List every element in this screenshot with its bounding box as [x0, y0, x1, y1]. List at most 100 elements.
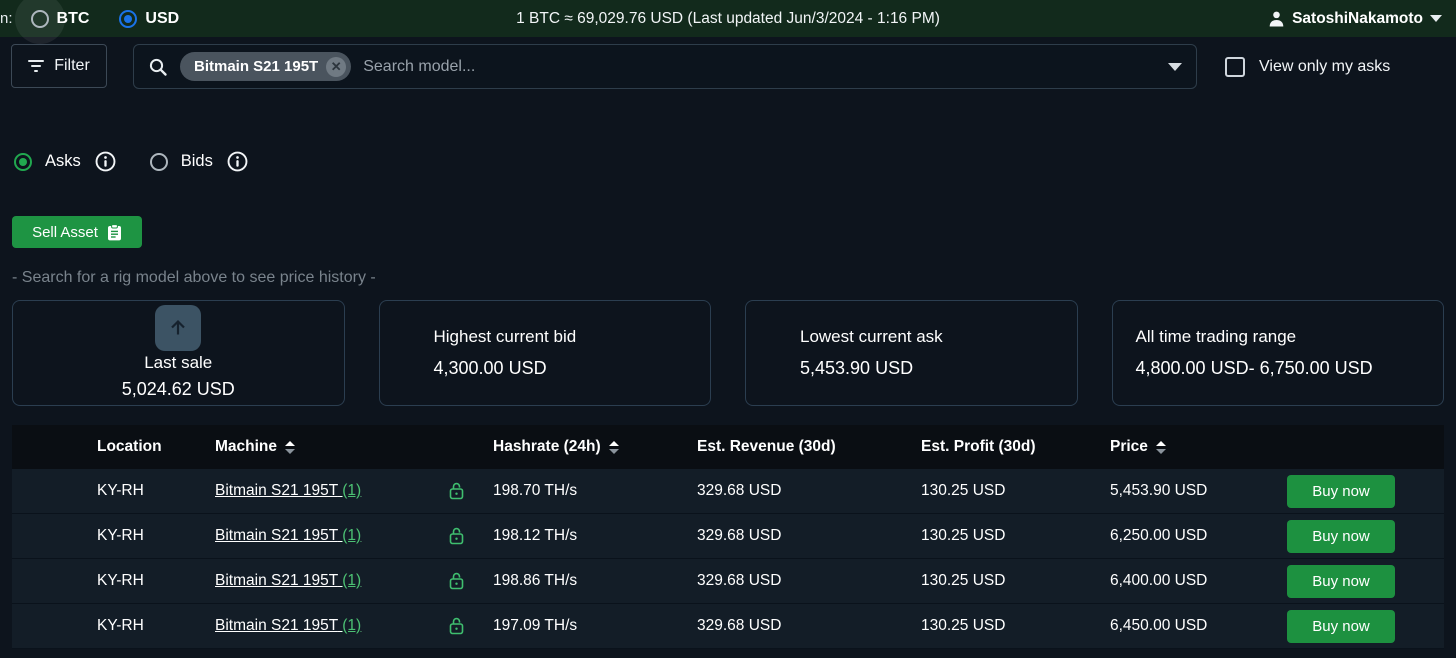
asks-radio-option[interactable]: Asks: [14, 152, 81, 171]
lock-icon: [449, 617, 464, 635]
lock-icon: [449, 527, 464, 545]
row-hashrate: 198.12 TH/s: [493, 527, 578, 544]
machine-link[interactable]: Bitmain S21 195T (1): [215, 572, 361, 589]
top-bar: n: BTC USD 1 BTC ≈ 69,029.76 USD (Last u…: [0, 0, 1456, 44]
filter-button-label: Filter: [54, 57, 90, 74]
row-revenue: 329.68 USD: [697, 572, 782, 589]
search-chip[interactable]: Bitmain S21 195T ✕: [180, 52, 352, 81]
machine-count[interactable]: (1): [342, 482, 361, 499]
row-profit: 130.25 USD: [921, 482, 1006, 499]
machine-count[interactable]: (1): [342, 527, 361, 544]
row-revenue: 329.68 USD: [697, 617, 782, 634]
header-revenue: Est. Revenue (30d): [697, 438, 836, 455]
btc-rate-text: 1 BTC ≈ 69,029.76 USD (Last updated Jun/…: [516, 9, 940, 27]
currency-option-btc[interactable]: BTC: [14, 0, 89, 44]
header-price-label: Price: [1110, 438, 1148, 455]
lowest-ask-value: 5,453.90 USD: [800, 358, 914, 378]
usd-radio[interactable]: [119, 9, 138, 28]
sell-asset-button[interactable]: Sell Asset: [12, 216, 142, 248]
row-hashrate: 198.86 TH/s: [493, 572, 578, 589]
row-profit: 130.25 USD: [921, 527, 1006, 544]
usd-radio-label: USD: [145, 9, 180, 27]
header-machine-sort[interactable]: Machine: [215, 438, 449, 456]
chip-close-icon[interactable]: ✕: [326, 56, 347, 77]
order-type-selector: Asks Bids: [14, 151, 1456, 172]
buy-now-button[interactable]: Buy now: [1287, 474, 1395, 508]
search-dropdown-caret-icon[interactable]: [1168, 62, 1182, 71]
sell-asset-label: Sell Asset: [32, 223, 98, 241]
currency-option-usd[interactable]: USD: [119, 9, 180, 28]
machine-name: Bitmain S21 195T: [215, 482, 338, 499]
row-location: KY-RH: [97, 617, 144, 634]
last-sale-card: Last sale 5,024.62 USD: [12, 300, 345, 406]
table-header-row: Location Machine Hashrate (24h) Est. Rev…: [12, 425, 1444, 469]
highest-bid-label: Highest current bid: [433, 327, 577, 346]
row-location: KY-RH: [97, 482, 144, 499]
machine-link[interactable]: Bitmain S21 195T (1): [215, 617, 361, 634]
clipboard-icon: [107, 223, 121, 240]
price-history-hint: - Search for a rig model above to see pr…: [12, 269, 376, 286]
row-hashrate: 197.09 TH/s: [493, 617, 578, 634]
row-location: KY-RH: [97, 527, 144, 544]
user-name: SatoshiNakamoto: [1292, 9, 1423, 27]
view-only-my-asks-label: View only my asks: [1259, 57, 1391, 75]
header-machine-label: Machine: [215, 438, 278, 455]
asks-info-icon[interactable]: [95, 151, 116, 172]
row-price: 5,453.90 USD: [1110, 482, 1208, 499]
machine-link[interactable]: Bitmain S21 195T (1): [215, 527, 361, 544]
header-hashrate-sort[interactable]: Hashrate (24h): [493, 438, 697, 456]
last-sale-label: Last sale: [144, 353, 213, 372]
sort-icon: [608, 440, 619, 454]
machine-link[interactable]: Bitmain S21 195T (1): [215, 482, 361, 499]
header-profit: Est. Profit (30d): [921, 438, 1036, 455]
lowest-ask-label: Lowest current ask: [800, 327, 943, 346]
highest-bid-card: Highest current bid 4,300.00 USD: [378, 300, 711, 406]
last-sale-value: 5,024.62 USD: [121, 379, 235, 399]
filter-button[interactable]: Filter: [11, 44, 107, 88]
bids-info-icon[interactable]: [227, 151, 248, 172]
asks-radio-label: Asks: [45, 152, 81, 170]
sort-icon: [285, 440, 296, 454]
view-only-my-asks-checkbox[interactable]: [1225, 56, 1245, 77]
asks-radio[interactable]: [14, 152, 32, 171]
toolbar: Filter Bitmain S21 195T ✕ View only my a…: [0, 37, 1456, 89]
search-bar[interactable]: Bitmain S21 195T ✕: [133, 44, 1197, 89]
search-input[interactable]: [363, 57, 1156, 76]
table-row: KY-RH Bitmain S21 195T (1) 198.86 TH/s 3…: [12, 559, 1444, 604]
trading-range-value: 4,800.00 USD- 6,750.00 USD: [1135, 358, 1373, 378]
row-location: KY-RH: [97, 572, 144, 589]
trading-range-card: All time trading range 4,800.00 USD- 6,7…: [1111, 300, 1444, 406]
header-hashrate-label: Hashrate (24h): [493, 438, 601, 455]
bids-radio-option[interactable]: Bids: [149, 152, 213, 171]
table-row: KY-RH Bitmain S21 195T (1) 198.12 TH/s 3…: [12, 514, 1444, 559]
user-menu[interactable]: SatoshiNakamoto: [1268, 10, 1442, 28]
row-price: 6,400.00 USD: [1110, 572, 1208, 589]
lock-icon: [449, 572, 464, 590]
buy-now-button[interactable]: Buy now: [1287, 519, 1395, 553]
asks-table: Location Machine Hashrate (24h) Est. Rev…: [12, 425, 1444, 649]
row-price: 6,250.00 USD: [1110, 527, 1208, 544]
bids-radio[interactable]: [149, 152, 168, 171]
arrow-up-icon[interactable]: [155, 305, 202, 351]
search-chip-label: Bitmain S21 195T: [194, 58, 319, 75]
machine-count[interactable]: (1): [342, 617, 361, 634]
machine-name: Bitmain S21 195T: [215, 617, 338, 634]
table-row: KY-RH Bitmain S21 195T (1) 197.09 TH/s 3…: [12, 604, 1444, 649]
header-price-sort[interactable]: Price: [1110, 438, 1287, 456]
buy-now-button[interactable]: Buy now: [1287, 609, 1395, 643]
row-price: 6,450.00 USD: [1110, 617, 1208, 634]
lock-icon: [449, 482, 464, 500]
filter-icon: [28, 60, 45, 72]
machine-count[interactable]: (1): [342, 572, 361, 589]
user-menu-caret-icon: [1430, 15, 1442, 22]
highest-bid-value: 4,300.00 USD: [433, 358, 547, 378]
btc-radio[interactable]: [30, 9, 49, 28]
bids-radio-label: Bids: [180, 152, 213, 170]
buy-now-button[interactable]: Buy now: [1287, 564, 1395, 598]
trading-range-label: All time trading range: [1135, 327, 1297, 346]
header-location: Location: [97, 438, 162, 455]
machine-name: Bitmain S21 195T: [215, 572, 338, 589]
user-icon: [1269, 11, 1284, 27]
row-revenue: 329.68 USD: [697, 527, 782, 544]
search-icon: [149, 58, 167, 76]
